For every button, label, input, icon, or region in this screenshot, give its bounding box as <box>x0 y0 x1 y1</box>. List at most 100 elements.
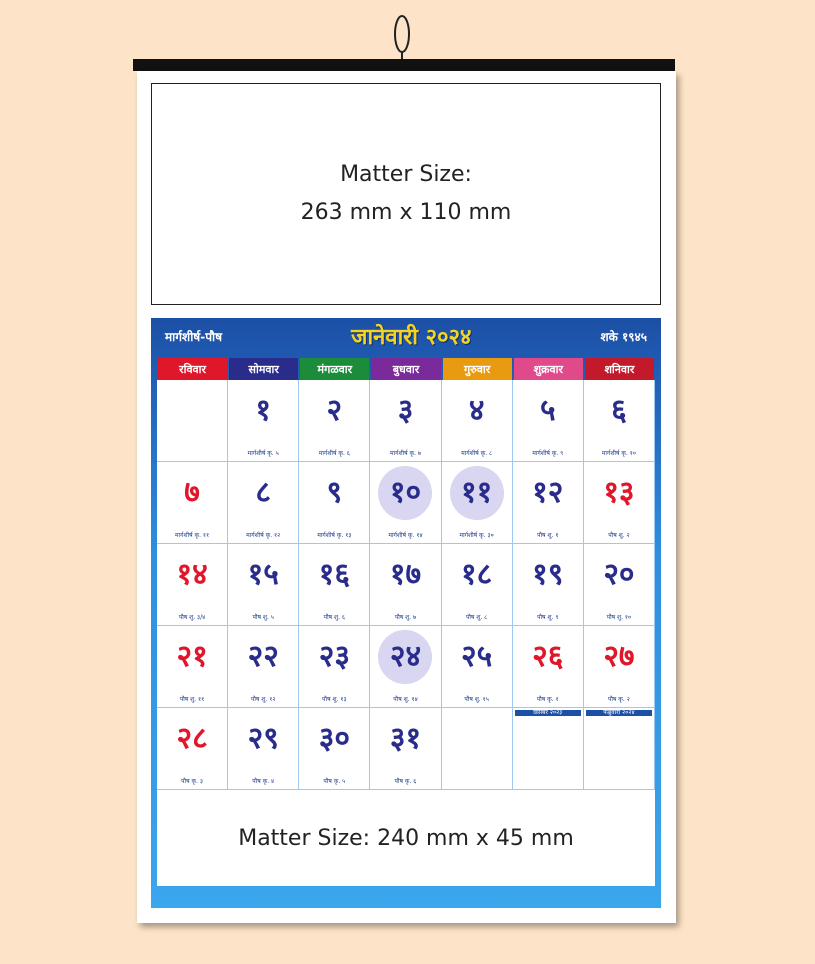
tithi-text: पौष शु. ७ <box>394 614 417 621</box>
top-matter-line1: Matter Size: <box>340 162 472 187</box>
date-cell: २२ पौष शु. १२ <box>228 626 300 708</box>
tithi-text: पौष कृ. ५ <box>323 778 346 785</box>
date-number: ६ <box>611 393 627 428</box>
date-number: २० <box>603 557 635 592</box>
tithi-text: पौष शु. १३ <box>322 696 347 703</box>
date-cell: १९ पौष शु. ९ <box>512 544 584 626</box>
tithi-text: मार्गशीर्ष कृ. ६ <box>318 450 350 457</box>
date-number: ८ <box>255 475 272 510</box>
date-cell: २० पौष शु. १० <box>583 544 655 626</box>
date-cell: १० मार्गशीर्ष कृ. १४ <box>370 462 442 544</box>
date-number: ३१ <box>389 721 422 756</box>
tithi-text: पौष कृ. ४ <box>252 778 275 785</box>
shaka-year: शके १९४५ <box>600 329 647 344</box>
date-cell: डिसेंबर २०२३ <box>512 708 584 790</box>
weekday-header-row: रविवार सोमवार मंगळवार बुधवार गुरुवार शुक्रवार… <box>157 358 655 380</box>
tithi-text: पौष कृ. १ <box>536 696 559 703</box>
tithi-text: मार्गशीर्ष कृ. ११ <box>174 532 210 539</box>
tithi-text: पौष शु. ६ <box>323 614 346 621</box>
date-cell: १६ पौष शु. ६ <box>299 544 371 626</box>
date-number: ५ <box>539 393 556 428</box>
tithi-text: पौष कृ. २ <box>607 696 630 703</box>
date-number: २९ <box>247 721 279 756</box>
date-number: १२ <box>532 475 564 510</box>
date-number: २८ <box>176 721 208 756</box>
weekday-5: शुक्रवार <box>513 358 583 380</box>
date-cell: १५ पौष शु. ५ <box>228 544 300 626</box>
top-matter-box: Matter Size: 263 mm x 110 mm <box>151 83 661 305</box>
date-cell: २९ पौष कृ. ४ <box>228 708 300 790</box>
date-number: १३ <box>603 475 635 510</box>
top-matter-line2: 263 mm x 110 mm <box>300 200 512 225</box>
tithi-text: मार्गशीर्ष कृ. ९ <box>532 450 564 457</box>
tithi-text: पौष शु. ९ <box>537 614 559 621</box>
tithi-text: मार्गशीर्ष कृ. १२ <box>246 532 281 539</box>
date-number: २३ <box>318 639 350 674</box>
date-number: १९ <box>532 557 564 592</box>
date-cell: २७ पौष कृ. २ <box>583 626 655 708</box>
weekday-3: बुधवार <box>371 358 441 380</box>
date-cell: १४ पौष शु. ३/४ <box>157 544 229 626</box>
date-cell: २६ पौष कृ. १ <box>512 626 584 708</box>
date-number: २२ <box>247 639 279 674</box>
date-number: २१ <box>176 639 208 674</box>
month-title: जानेवारी २०२४ <box>351 325 472 350</box>
date-cell: ७ मार्गशीर्ष कृ. ११ <box>157 462 229 544</box>
date-number: २५ <box>461 639 493 674</box>
mini-calendar: डिसेंबर २०२३ <box>513 708 583 719</box>
date-number: १७ <box>389 557 422 592</box>
tithi-text: मार्गशीर्ष कृ. ५ <box>247 450 279 457</box>
tithi-text: पौष शु. ५ <box>252 614 274 621</box>
date-number: ७ <box>184 475 200 510</box>
mini-calendar-title: डिसेंबर २०२३ <box>514 710 581 716</box>
date-cell: ३ मार्गशीर्ष कृ. ७ <box>370 380 442 462</box>
tithi-text: मार्गशीर्ष कृ. १३ <box>317 532 352 539</box>
date-cell: २१ पौष शु. ११ <box>157 626 229 708</box>
date-cell <box>441 708 513 790</box>
date-number: ३ <box>397 393 414 428</box>
date-cell: ९ मार्गशीर्ष कृ. १३ <box>299 462 371 544</box>
tithi-text: पौष शु. १ <box>537 532 559 539</box>
date-number: ३० <box>318 721 350 756</box>
date-cell: ८ मार्गशीर्ष कृ. १२ <box>228 462 300 544</box>
date-cell: १२ पौष शु. १ <box>512 462 584 544</box>
date-number: ११ <box>461 475 493 510</box>
tithi-text: मार्गशीर्ष कृ. १० <box>601 450 637 457</box>
date-cell: ३० पौष कृ. ५ <box>299 708 371 790</box>
date-cell: ६ मार्गशीर्ष कृ. १० <box>583 380 655 462</box>
mini-calendar: फेब्रुवारी २०२४ <box>584 708 654 719</box>
date-number: २४ <box>389 639 422 674</box>
tithi-text: मार्गशीर्ष कृ. ७ <box>389 450 422 457</box>
weekday-4: गुरुवार <box>442 358 512 380</box>
date-number: १० <box>389 475 422 510</box>
date-cell: २८ पौष कृ. ३ <box>157 708 229 790</box>
tithi-text: पौष शु. १४ <box>393 696 418 703</box>
tithi-text: पौष शु. १२ <box>250 696 276 703</box>
weekday-2: मंगळवार <box>300 358 370 380</box>
date-number: १५ <box>247 557 279 592</box>
date-number: ९ <box>326 475 343 510</box>
tithi-text: पौष शु. ३/४ <box>178 614 206 621</box>
calendar-panel: मार्गशीर्ष-पौष जानेवारी २०२४ शके १९४५ रव… <box>151 318 661 908</box>
tithi-text: पौष शु. २ <box>608 532 630 539</box>
date-number: १८ <box>461 557 493 592</box>
tithi-text: पौष शु. ११ <box>179 696 205 703</box>
lunar-months: मार्गशीर्ष-पौष <box>165 329 223 344</box>
date-cell: १८ पौष शु. ८ <box>441 544 513 626</box>
date-cell: फेब्रुवारी २०२४ <box>583 708 655 790</box>
date-cell: ५ मार्गशीर्ष कृ. ९ <box>512 380 584 462</box>
date-cell: १३ पौष शु. २ <box>583 462 655 544</box>
bottom-matter-box: Matter Size: 240 mm x 45 mm <box>157 790 655 886</box>
date-number: १६ <box>318 557 350 592</box>
date-cell: ४ मार्गशीर्ष कृ. ८ <box>441 380 513 462</box>
weekday-0: रविवार <box>158 358 228 380</box>
hanging-hook-icon <box>394 15 410 60</box>
tithi-text: मार्गशीर्ष कृ. १४ <box>388 532 423 539</box>
date-cell: ३१ पौष कृ. ६ <box>370 708 442 790</box>
date-cell: ११ मार्गशीर्ष कृ. ३० <box>441 462 513 544</box>
date-number: ४ <box>468 393 485 428</box>
date-cell <box>157 380 229 462</box>
date-cell: २५ पौष शु. १५ <box>441 626 513 708</box>
tithi-text: पौष कृ. ६ <box>394 778 417 785</box>
tithi-text: पौष शु. १० <box>606 614 632 621</box>
